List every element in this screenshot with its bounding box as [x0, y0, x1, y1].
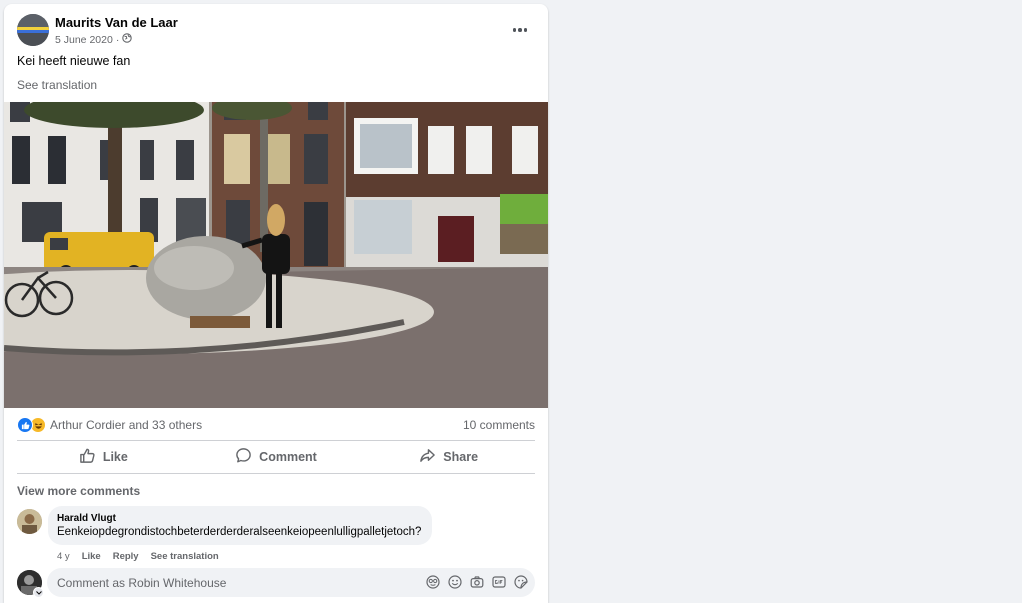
stats-divider	[17, 440, 535, 441]
thumbs-up-icon	[79, 447, 96, 467]
like-button[interactable]: Like	[17, 442, 190, 472]
emoji-icon[interactable]	[447, 574, 463, 590]
reaction-names[interactable]: Arthur Cordier and 33 others	[50, 418, 202, 432]
sticker-icon[interactable]	[513, 574, 529, 590]
see-translation-link[interactable]: See translation	[17, 78, 97, 92]
post-date[interactable]: 5 June 2020	[55, 34, 113, 46]
more-options-icon[interactable]	[509, 22, 531, 38]
post-actions: Like Comment Share	[17, 442, 535, 472]
post-photo[interactable]	[4, 102, 548, 408]
gif-icon[interactable]	[491, 574, 507, 590]
reaction-icons[interactable]	[17, 417, 46, 433]
comment-bubble: Harald Vlugt Eenkeiopdegrondistochbeterd…	[48, 506, 433, 545]
like-reaction-icon	[17, 417, 33, 433]
post-meta: 5 June 2020 ·	[55, 33, 133, 46]
composer-tools	[425, 574, 529, 590]
comment-author[interactable]: Harald Vlugt	[57, 513, 421, 524]
globe-icon	[122, 33, 133, 46]
comment-bubble-icon	[235, 447, 252, 467]
camera-icon[interactable]	[469, 574, 485, 590]
chevron-down-icon[interactable]	[33, 587, 44, 598]
comment-see-translation-link[interactable]: See translation	[151, 551, 219, 562]
comment-reply-link[interactable]: Reply	[113, 551, 139, 562]
comment-label: Comment	[259, 450, 317, 464]
like-label: Like	[102, 450, 128, 464]
meta-separator: ·	[115, 33, 120, 46]
share-arrow-icon	[419, 447, 436, 467]
share-button[interactable]: Share	[362, 442, 535, 472]
comment-like-link[interactable]: Like	[82, 551, 101, 562]
post-text: Kei heeft nieuwe fan	[17, 54, 131, 68]
comments-count[interactable]: 10 comments	[463, 418, 535, 432]
author-avatar[interactable]	[17, 14, 49, 46]
post-header: Maurits Van de Laar 5 June 2020 ·	[17, 14, 535, 48]
comment-text: Eenkeiopdegrondistochbeterderderderalsee…	[57, 526, 422, 538]
actions-divider	[17, 473, 535, 474]
post-author-name[interactable]: Maurits Van de Laar	[55, 15, 178, 30]
comment-actions: 4 y Like Reply See translation	[57, 551, 219, 562]
avatar-sticker-icon[interactable]	[425, 574, 441, 590]
post-stats: Arthur Cordier and 33 others 10 comments	[17, 416, 535, 434]
post-card: Maurits Van de Laar 5 June 2020 · Kei he…	[4, 4, 548, 603]
comment-composer	[17, 568, 535, 598]
commenter-avatar[interactable]	[17, 509, 42, 534]
share-label: Share	[443, 450, 479, 464]
comment-age[interactable]: 4 y	[57, 551, 70, 562]
view-more-comments-link[interactable]: View more comments	[17, 484, 140, 498]
comment-input[interactable]	[57, 568, 417, 597]
comment-input-box	[47, 568, 535, 597]
comment-button[interactable]: Comment	[190, 442, 363, 472]
comment-item: Harald Vlugt Eenkeiopdegrondistochbeterd…	[17, 506, 535, 566]
